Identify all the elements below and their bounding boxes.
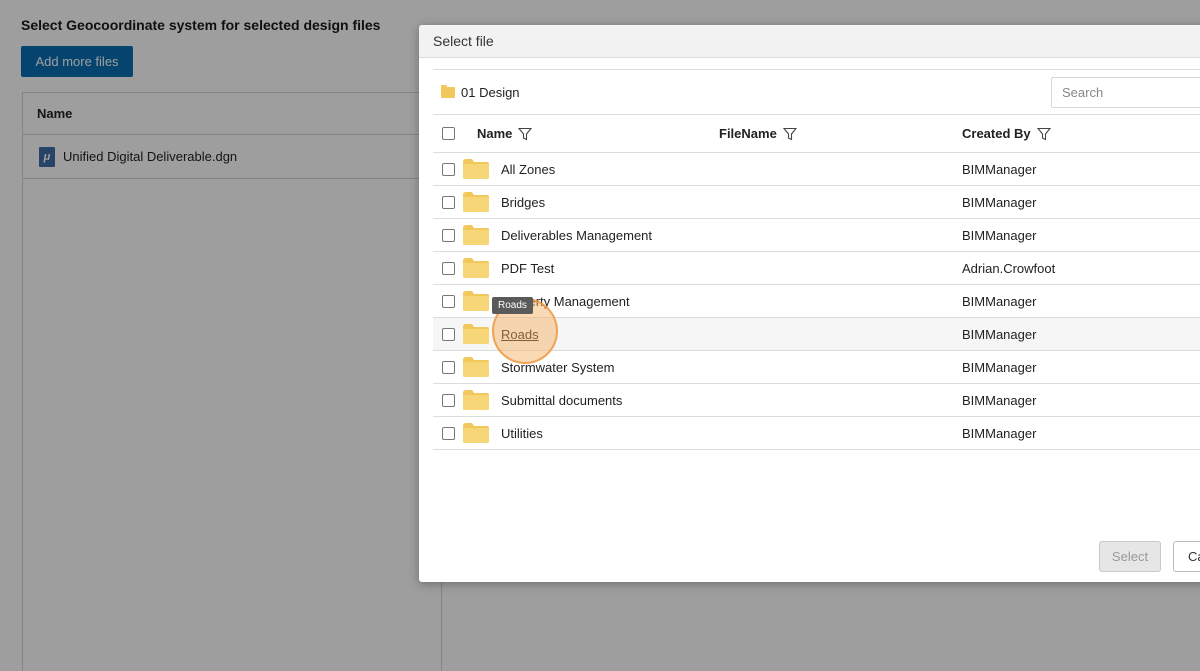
row-checkbox[interactable] bbox=[442, 228, 455, 242]
row-checkbox[interactable] bbox=[442, 426, 455, 440]
folder-name[interactable]: Deliverables Management bbox=[501, 228, 652, 243]
folder-name[interactable]: Submittal documents bbox=[501, 393, 622, 408]
breadcrumb[interactable]: 01 Design bbox=[433, 84, 520, 100]
folder-icon bbox=[463, 258, 489, 278]
folder-name[interactable]: All Zones bbox=[501, 162, 555, 177]
table-row[interactable]: Bridges BIMManager bbox=[433, 186, 1200, 219]
dialog-toolbar: 01 Design bbox=[433, 69, 1200, 115]
filter-icon[interactable] bbox=[518, 127, 533, 141]
filter-icon[interactable] bbox=[1036, 127, 1051, 141]
table-row[interactable]: Utilities BIMManager bbox=[433, 417, 1200, 450]
row-checkbox[interactable] bbox=[442, 261, 455, 275]
created-by: BIMManager bbox=[962, 227, 1037, 243]
column-created-by[interactable]: Created By bbox=[962, 126, 1051, 141]
search-input[interactable] bbox=[1051, 77, 1200, 108]
row-checkbox[interactable] bbox=[442, 393, 455, 407]
created-by: BIMManager bbox=[962, 425, 1037, 441]
created-by: BIMManager bbox=[962, 326, 1037, 342]
folder-icon bbox=[463, 159, 489, 179]
created-by: BIMManager bbox=[962, 161, 1037, 177]
grid-header: Name FileName Created By bbox=[433, 115, 1200, 153]
folder-icon bbox=[463, 291, 489, 311]
folder-icon bbox=[463, 390, 489, 410]
folder-icon bbox=[463, 225, 489, 245]
row-checkbox[interactable] bbox=[442, 195, 455, 209]
created-by: BIMManager bbox=[962, 194, 1037, 210]
folder-icon bbox=[463, 423, 489, 443]
folder-icon bbox=[463, 324, 489, 344]
folder-icon bbox=[441, 84, 455, 98]
folder-icon bbox=[463, 192, 489, 212]
file-grid: Name FileName Created By All Zones BIMMa… bbox=[433, 115, 1200, 450]
row-checkbox[interactable] bbox=[442, 162, 455, 176]
select-all-checkbox[interactable] bbox=[442, 127, 455, 140]
created-by: BIMManager bbox=[962, 359, 1037, 375]
table-row[interactable]: Submittal documents BIMManager bbox=[433, 384, 1200, 417]
created-by: Adrian.Crowfoot bbox=[962, 260, 1056, 276]
table-row[interactable]: Stormwater System BIMManager bbox=[433, 351, 1200, 384]
column-created-by-label: Created By bbox=[962, 126, 1031, 141]
created-by: BIMManager bbox=[962, 293, 1037, 309]
folder-name[interactable]: Utilities bbox=[501, 426, 543, 441]
column-name[interactable]: Name bbox=[477, 126, 533, 141]
row-checkbox[interactable] bbox=[442, 294, 455, 308]
breadcrumb-label: 01 Design bbox=[461, 84, 520, 100]
table-row[interactable]: PDF Test Adrian.Crowfoot bbox=[433, 252, 1200, 285]
cancel-button[interactable]: Cancel bbox=[1173, 541, 1200, 572]
created-by: BIMManager bbox=[962, 392, 1037, 408]
select-button[interactable]: Select bbox=[1099, 541, 1161, 572]
table-row[interactable]: Deliverables Management BIMManager bbox=[433, 219, 1200, 252]
column-name-label: Name bbox=[477, 126, 513, 141]
table-row[interactable]: All Zones BIMManager bbox=[433, 153, 1200, 186]
folder-icon bbox=[463, 357, 489, 377]
folder-name[interactable]: Bridges bbox=[501, 195, 545, 210]
dialog-title: Select file bbox=[419, 25, 1200, 58]
filter-icon[interactable] bbox=[782, 127, 797, 141]
tooltip: Roads bbox=[492, 297, 533, 314]
folder-name[interactable]: PDF Test bbox=[501, 261, 554, 276]
row-checkbox[interactable] bbox=[442, 327, 455, 341]
row-checkbox[interactable] bbox=[442, 360, 455, 374]
column-filename[interactable]: FileName bbox=[719, 126, 797, 141]
column-filename-label: FileName bbox=[719, 126, 777, 141]
select-file-dialog: Select file 01 Design Name FileName Crea… bbox=[419, 25, 1200, 582]
